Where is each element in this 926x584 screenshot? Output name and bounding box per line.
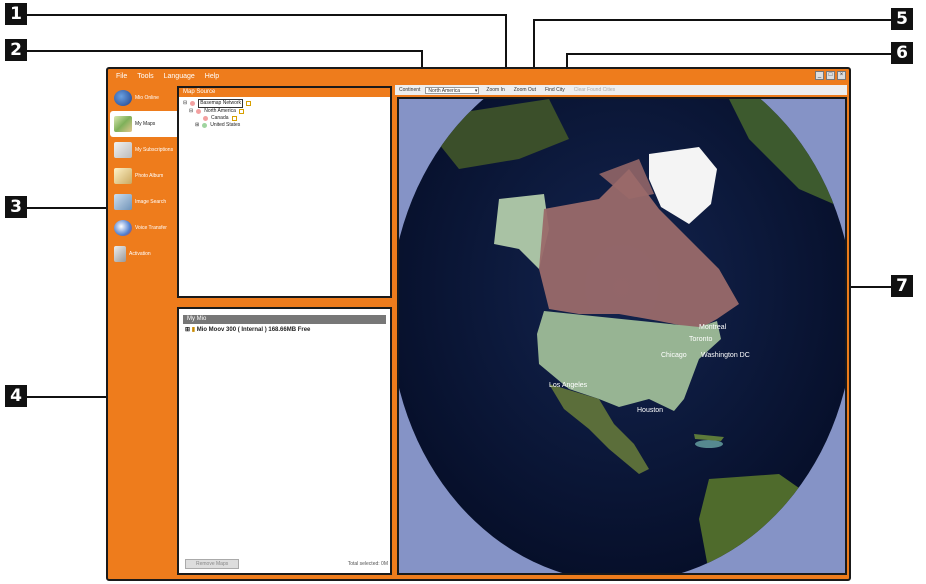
close-icon[interactable]: ×	[837, 71, 846, 80]
callout-2: 2	[5, 39, 27, 61]
checkbox-icon[interactable]	[190, 101, 196, 106]
lock-icon	[231, 116, 237, 121]
tree-toggle-icon[interactable]: ⊟	[183, 100, 187, 107]
tree-label: Canada	[211, 115, 229, 121]
callout-line-6	[566, 53, 891, 55]
menu-file[interactable]: File	[116, 71, 127, 83]
continent-value: North America	[428, 87, 461, 94]
sidebar-item-label: Voice Transfer	[135, 225, 167, 231]
my-mio-title: My Mio	[183, 315, 386, 324]
zoom-in-button[interactable]: Zoom In	[484, 87, 506, 93]
city-label-toronto: Toronto	[689, 336, 712, 343]
find-city-button[interactable]: Find City	[543, 87, 567, 93]
callout-line-5	[533, 19, 891, 21]
callout-5: 5	[891, 8, 913, 30]
tree-label: North America	[204, 108, 236, 114]
maximize-icon[interactable]: □	[826, 71, 835, 80]
callout-7: 7	[891, 275, 913, 297]
total-selected: Total selected: 0M	[347, 561, 388, 567]
sidebar-item-label: Image Search	[135, 199, 167, 205]
callout-line-2	[27, 50, 422, 52]
device-row[interactable]: ⊞ ▮ Mio Moov 300 ( Internal ) 168.66MB F…	[179, 324, 390, 335]
globe-map[interactable]: Montreal Toronto Chicago Washington DC H…	[399, 99, 845, 573]
lock-icon	[238, 109, 244, 114]
city-label-los-angeles: Los Angeles	[549, 382, 588, 389]
tree-toggle-icon[interactable]: ⊟	[189, 108, 193, 115]
tree-node-canada[interactable]: Canada	[183, 115, 386, 122]
callout-4: 4	[5, 385, 27, 407]
map-view[interactable]: Montreal Toronto Chicago Washington DC H…	[397, 97, 847, 575]
city-label-washington-dc: Washington DC	[701, 352, 750, 359]
tree-toggle-icon[interactable]: ⊞	[195, 122, 199, 129]
image-search-icon	[114, 194, 132, 210]
sidebar-item-my-maps[interactable]: My Maps	[110, 111, 177, 137]
sidebar-item-voice-transfer[interactable]: Voice Transfer	[110, 215, 174, 241]
tree-node-united-states[interactable]: ⊞ United States	[183, 122, 386, 129]
subscriptions-icon	[114, 142, 132, 158]
device-icon: ▮	[191, 327, 196, 333]
photo-album-icon	[114, 168, 132, 184]
sidebar-item-activation[interactable]: Activation	[110, 241, 174, 267]
city-label-houston: Houston	[637, 407, 663, 414]
callout-1: 1	[5, 3, 27, 25]
clear-found-cities-button[interactable]: Clear Found Cities	[572, 87, 617, 93]
voice-icon	[114, 220, 132, 236]
minimize-icon[interactable]: _	[815, 71, 824, 80]
caribbean	[695, 440, 723, 448]
tree-node-basemap[interactable]: ⊟ Basemap Network	[183, 99, 386, 108]
city-label-montreal: Montreal	[699, 324, 727, 331]
tree-node-north-america[interactable]: ⊟ North America	[183, 108, 386, 115]
callout-3: 3	[5, 196, 27, 218]
expand-icon[interactable]: ⊞	[185, 327, 190, 333]
callout-line-1	[27, 14, 506, 16]
tree-label: United States	[210, 122, 241, 128]
callout-6: 6	[891, 42, 913, 64]
sidebar-item-photo-album[interactable]: Photo Album	[110, 163, 174, 189]
sidebar-item-label: Photo Album	[135, 173, 164, 179]
my-mio-panel: My Mio ⊞ ▮ Mio Moov 300 ( Internal ) 168…	[177, 307, 392, 575]
continent-label: Continent	[399, 87, 421, 93]
lock-icon	[246, 101, 252, 106]
device-label: Mio Moov 300 ( Internal ) 168.66MB Free	[196, 327, 311, 333]
continent-select[interactable]: North America ▾	[425, 86, 480, 94]
map-source-tree: ⊟ Basemap Network ⊟ North America Canada…	[179, 97, 390, 131]
menu-tools[interactable]: Tools	[137, 71, 153, 83]
app-window: File Tools Language Help _ □ × Mio Onlin…	[106, 67, 851, 581]
tree-label: Basemap Network	[198, 99, 244, 108]
map-source-title: Map Source	[179, 88, 390, 97]
sidebar-nav: Mio Online My Maps My Subscriptions Phot…	[110, 85, 177, 385]
zoom-out-button[interactable]: Zoom Out	[512, 87, 538, 93]
sidebar-item-label: Mio Online	[135, 95, 159, 101]
sidebar-item-label: Activation	[129, 251, 151, 257]
checkbox-icon[interactable]	[202, 123, 208, 128]
city-label-chicago: Chicago	[661, 352, 687, 359]
activation-icon	[114, 246, 126, 262]
chevron-down-icon[interactable]: ▾	[475, 88, 478, 94]
map-source-panel: Map Source ⊟ Basemap Network ⊟ North Ame…	[177, 86, 392, 298]
checkbox-icon[interactable]	[203, 116, 208, 121]
callout-line-7	[846, 286, 891, 288]
sidebar-item-image-search[interactable]: Image Search	[110, 189, 174, 215]
globe-icon	[114, 90, 132, 106]
window-controls: _ □ ×	[815, 71, 846, 80]
sidebar-item-label: My Maps	[135, 121, 156, 127]
checkbox-icon[interactable]	[196, 109, 202, 114]
south-america	[699, 474, 829, 573]
maps-icon	[114, 116, 132, 132]
my-mio-footer: Remove Maps Total selected: 0M	[185, 559, 388, 569]
menu-help[interactable]: Help	[205, 71, 219, 83]
sidebar-item-my-subscriptions[interactable]: My Subscriptions	[110, 137, 174, 163]
menu-bar: File Tools Language Help	[108, 71, 394, 83]
menu-language[interactable]: Language	[164, 71, 195, 83]
map-toolbar: Continent North America ▾ Zoom In Zoom O…	[395, 85, 847, 95]
remove-maps-button[interactable]: Remove Maps	[185, 559, 240, 569]
sidebar-item-label: My Subscriptions	[135, 147, 174, 153]
sidebar-item-mio-online[interactable]: Mio Online	[110, 85, 174, 111]
